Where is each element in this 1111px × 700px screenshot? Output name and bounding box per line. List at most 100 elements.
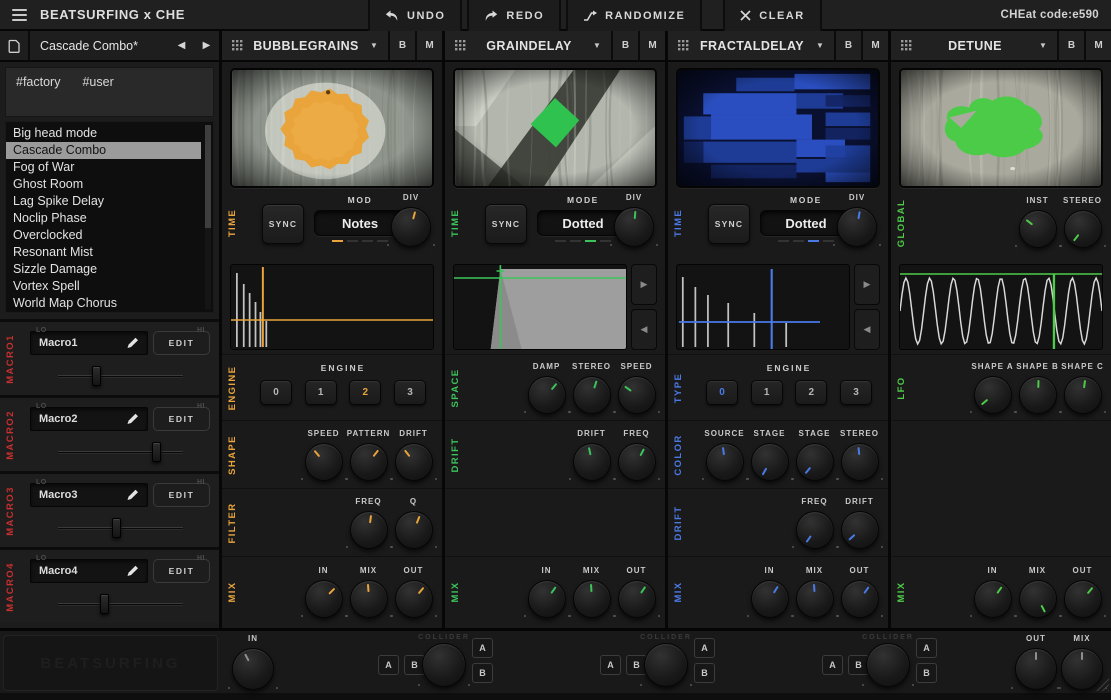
list-item[interactable]: Sizzle Damage [6,261,213,278]
macro-slider[interactable] [58,594,183,614]
chevron-down-icon[interactable]: ▼ [583,41,611,50]
knob[interactable] [1019,580,1057,618]
randomize-button[interactable]: RANDOMIZE [566,0,702,31]
collider-knob[interactable] [866,643,910,687]
visualizer-screen[interactable] [676,68,880,188]
prev-arrow-button[interactable]: ◀ [631,309,657,350]
knob[interactable] [796,511,834,549]
drag-handle-icon[interactable] [668,30,698,61]
knob[interactable] [305,580,343,618]
bypass-button[interactable]: B [834,30,861,61]
route-b-button[interactable]: B [916,663,937,683]
knob[interactable] [573,443,611,481]
knob[interactable] [614,207,654,247]
route-a-button[interactable]: A [694,638,715,658]
knob[interactable] [573,580,611,618]
knob[interactable] [1015,648,1057,690]
knob[interactable] [1064,210,1102,248]
knob[interactable] [796,580,834,618]
next-preset-button[interactable]: ▶ [194,30,219,61]
route-b-button[interactable]: B [472,663,493,683]
knob[interactable] [841,580,879,618]
knob[interactable] [1064,376,1102,414]
tag-factory[interactable]: #factory [16,75,60,89]
collider-knob[interactable] [422,643,466,687]
knob[interactable] [528,580,566,618]
macro-slider-handle[interactable] [92,366,101,386]
knob[interactable] [618,443,656,481]
list-item[interactable]: Cascade Combo [6,142,201,159]
knob[interactable] [350,511,388,549]
drag-handle-icon[interactable] [445,30,475,61]
prev-arrow-button[interactable]: ◀ [854,309,880,350]
visualizer-screen[interactable] [230,68,434,188]
scrollbar-thumb[interactable] [205,125,211,228]
knob[interactable] [751,443,789,481]
envelope-display[interactable] [453,264,627,350]
mute-button[interactable]: M [638,30,665,61]
knob[interactable] [837,207,877,247]
engine-button-2[interactable]: 2 [349,380,381,405]
collider-knob[interactable] [644,643,688,687]
spikes-display[interactable] [676,264,850,350]
bypass-button[interactable]: B [388,30,415,61]
visualizer-screen[interactable] [453,68,657,188]
list-item[interactable]: Big head mode [6,125,213,142]
macro-edit-button[interactable]: EDIT [153,331,210,355]
tag-user[interactable]: #user [82,75,113,89]
knob[interactable] [841,511,879,549]
preset-file-button[interactable] [0,30,30,61]
visualizer-screen[interactable] [899,68,1103,188]
list-item[interactable]: Lag Spike Delay [6,193,213,210]
knob[interactable] [395,511,433,549]
route-a-button[interactable]: A [916,638,937,658]
chevron-down-icon[interactable]: ▼ [360,41,388,50]
knob[interactable] [974,580,1012,618]
knob[interactable] [528,376,566,414]
macro-edit-button[interactable]: EDIT [153,559,210,583]
chevron-down-icon[interactable]: ▼ [806,41,834,50]
macro-name-field[interactable]: Macro4 [30,559,148,583]
knob[interactable] [1019,210,1057,248]
redo-button[interactable]: REDO [467,0,561,31]
route-a-button[interactable]: A [472,638,493,658]
knob[interactable] [350,443,388,481]
knob[interactable] [974,376,1012,414]
macro-slider-handle[interactable] [112,518,121,538]
engine-button-0[interactable]: 0 [706,380,738,405]
bypass-button[interactable]: B [1057,30,1084,61]
knob[interactable] [395,580,433,618]
prev-preset-button[interactable]: ◀ [169,30,194,61]
knob[interactable] [573,376,611,414]
macro-edit-button[interactable]: EDIT [153,407,210,431]
knob[interactable] [391,207,431,247]
list-item[interactable]: World Map Chorus [6,295,213,312]
list-item[interactable]: Vortex Spell [6,278,213,295]
knob[interactable] [350,580,388,618]
route-b-button[interactable]: B [694,663,715,683]
list-item[interactable]: Resonant Mist [6,244,213,261]
engine-button-2[interactable]: 2 [795,380,827,405]
menu-icon[interactable] [0,0,38,30]
drag-handle-icon[interactable] [222,30,252,61]
clear-button[interactable]: CLEAR [723,0,821,31]
macro-slider[interactable] [58,518,183,538]
knob[interactable] [1061,648,1103,690]
macro-name-field[interactable]: Macro1 [30,331,148,355]
engine-button-1[interactable]: 1 [751,380,783,405]
macro-slider[interactable] [58,442,183,462]
knob[interactable] [796,443,834,481]
bus-a-button[interactable]: A [822,655,843,675]
macro-edit-button[interactable]: EDIT [153,483,210,507]
undo-button[interactable]: UNDO [368,0,462,31]
chevron-down-icon[interactable]: ▼ [1029,41,1057,50]
preset-name[interactable]: Cascade Combo* [30,39,169,53]
knob[interactable] [706,443,744,481]
bus-a-button[interactable]: A [600,655,621,675]
mute-button[interactable]: M [1084,30,1111,61]
knob[interactable] [751,580,789,618]
macro-slider[interactable] [58,366,183,386]
sine-display[interactable] [899,264,1103,350]
sync-button[interactable]: SYNC [708,204,750,244]
knob[interactable] [1019,376,1057,414]
